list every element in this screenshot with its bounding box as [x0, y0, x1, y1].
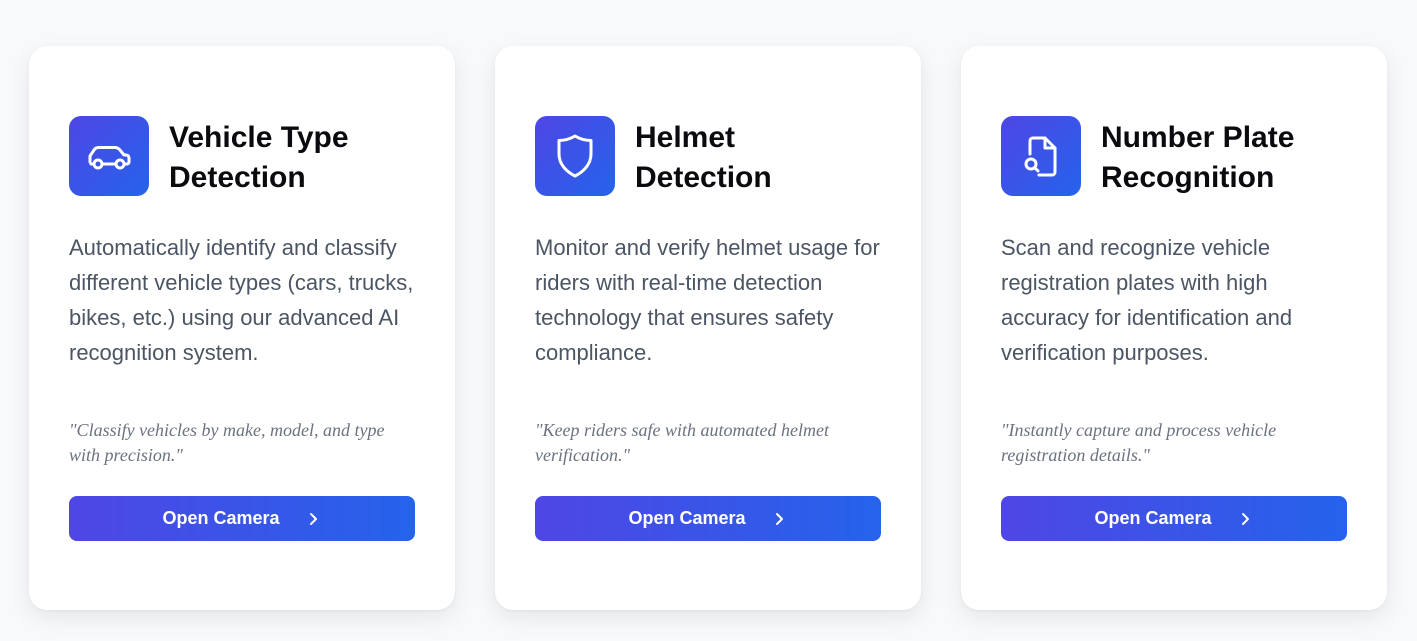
card-header: Vehicle Type Detection	[69, 116, 415, 198]
card-quote: "Classify vehicles by make, model, and t…	[69, 420, 385, 465]
shield-icon	[557, 134, 593, 178]
card-title-line1: Vehicle Type	[169, 121, 349, 154]
card-title: Helmet Detection	[635, 118, 875, 198]
card-header: Number Plate Recognition	[1001, 116, 1347, 198]
helmet-detection-card: Helmet Detection Monitor and verify helm…	[495, 46, 921, 610]
open-camera-button-label: Open Camera	[628, 508, 746, 528]
open-camera-button-label: Open Camera	[162, 508, 280, 528]
card-title-line2: Detection	[169, 161, 306, 194]
vehicle-type-detection-card: Vehicle Type Detection Automatically ide…	[29, 46, 455, 610]
card-description: Scan and recognize vehicle registration …	[1001, 235, 1293, 365]
card-title-line1: Helmet	[635, 121, 736, 154]
open-camera-button[interactable]: Open Camera	[69, 496, 415, 541]
car-icon-tile	[69, 116, 149, 196]
card-description: Automatically identify and classify diff…	[69, 235, 414, 365]
car-icon	[88, 146, 131, 170]
card-quote: "Instantly capture and process vehicle r…	[1001, 420, 1277, 465]
card-quote: "Keep riders safe with automated helmet …	[535, 420, 830, 465]
card-description: Monitor and verify helmet usage for ride…	[535, 235, 880, 365]
document-search-icon-tile	[1001, 116, 1081, 196]
open-camera-button[interactable]: Open Camera	[1001, 496, 1347, 541]
shield-icon-tile	[535, 116, 615, 196]
card-title-line1: Number Plate	[1101, 121, 1295, 154]
card-header: Helmet Detection	[535, 116, 881, 198]
open-camera-button-label: Open Camera	[1094, 508, 1212, 528]
card-title-line2: Detection	[635, 161, 772, 194]
number-plate-recognition-card: Number Plate Recognition Scan and recogn…	[961, 46, 1387, 610]
card-title-line2: Recognition	[1101, 161, 1275, 194]
chevron-right-icon	[309, 512, 317, 525]
feature-card-grid: Vehicle Type Detection Automatically ide…	[29, 46, 1387, 610]
chevron-right-icon	[775, 512, 783, 525]
document-search-icon	[1024, 136, 1057, 177]
open-camera-button[interactable]: Open Camera	[535, 496, 881, 541]
chevron-right-icon	[1241, 512, 1249, 525]
card-title: Number Plate Recognition	[1101, 118, 1341, 198]
card-title: Vehicle Type Detection	[169, 118, 409, 198]
